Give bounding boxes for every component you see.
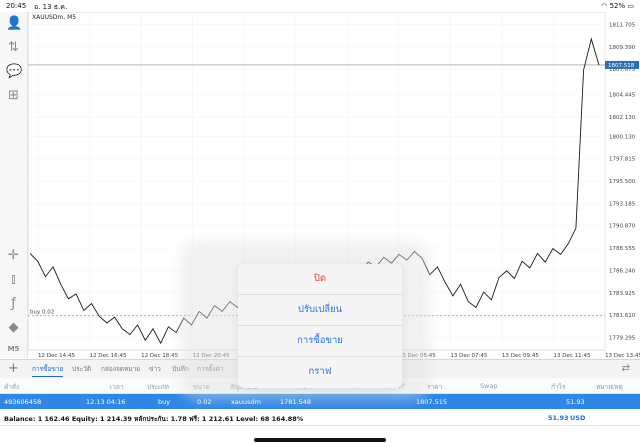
wifi-icon: ◠ xyxy=(601,2,608,10)
tab-history[interactable]: ประวัติ xyxy=(72,364,91,374)
balance-summary: Balance: 1 162.46 Equity: 1 214.39 หลักป… xyxy=(4,415,304,423)
x-tick-label: 13 Dec 11:45 xyxy=(553,353,590,358)
col-order: คำสั่ง xyxy=(4,383,20,391)
y-tick-label: 1781.610 xyxy=(609,313,636,319)
tab-news[interactable]: ข่าว xyxy=(149,364,161,374)
y-tick-label: 1783.925 xyxy=(609,291,636,297)
battery-icon: ▭ xyxy=(627,2,634,10)
y-tick-label: 1800.130 xyxy=(609,134,636,140)
chart-toolbar: 👤 ⇅ 💬 ⊞ ✛ ⫾ ƒ ◆ M5 xyxy=(0,12,28,358)
candles-icon[interactable]: ⫾ xyxy=(6,272,21,287)
status-time: 20:45 xyxy=(6,2,27,10)
col-comment: หมายเหตุ xyxy=(596,383,623,391)
y-tick-label: 1786.240 xyxy=(609,268,636,274)
plus-icon[interactable]: + xyxy=(8,361,19,376)
x-tick-label: 13 Dec 07:45 xyxy=(450,353,487,358)
chart-symbol-title: XAUUSDm, M5 xyxy=(32,14,77,21)
y-tick-label: 1788.555 xyxy=(609,246,636,252)
col-profit: กำไร xyxy=(551,383,566,391)
trade-icon[interactable]: ⇅ xyxy=(6,40,21,55)
x-tick-label: 13 Dec 09:45 xyxy=(502,353,539,358)
y-tick-label: 1797.815 xyxy=(609,157,636,163)
col-type: ประเภท xyxy=(147,383,169,391)
status-battery: ◠ 52% ▭ xyxy=(601,2,634,10)
x-tick-label: 12 Dec 14:45 xyxy=(38,353,75,358)
account-icon[interactable]: 👤 xyxy=(6,16,22,31)
home-indicator xyxy=(254,438,386,442)
new-order-icon[interactable]: ⊞ xyxy=(6,88,21,103)
chart-button[interactable]: กราฟ xyxy=(238,357,402,387)
chat-icon[interactable]: 💬 xyxy=(6,64,22,79)
y-tick-label: 1779.295 xyxy=(609,335,636,341)
y-tick-label: 1811.705 xyxy=(609,23,636,29)
x-tick-label: 13 Dec 13:45 xyxy=(605,353,640,358)
row-current-price: 1807.515 xyxy=(416,398,448,406)
buy-order-label: buy 0.02 xyxy=(30,310,54,316)
balance-bar: Balance: 1 162.46 Equity: 1 214.39 หลักป… xyxy=(0,410,640,426)
row-ticket: 493606458 xyxy=(4,398,42,406)
col-swap: Swap xyxy=(480,382,498,390)
total-profit: 51.93 xyxy=(548,414,569,422)
y-tick-label: 1809.390 xyxy=(609,45,636,51)
row-time: 12.13 04:16 xyxy=(86,398,126,406)
y-tick-label: 1790.870 xyxy=(609,224,636,230)
close-order-button[interactable]: ปิด xyxy=(238,264,402,295)
col-time: เวลา xyxy=(110,383,124,391)
trade-button[interactable]: การซื้อขาย xyxy=(238,326,402,357)
row-type: buy xyxy=(158,398,171,406)
crosshair-icon[interactable]: ✛ xyxy=(6,248,21,263)
order-toggle-icon[interactable]: ⇄ xyxy=(622,363,630,374)
objects-icon[interactable]: ◆ xyxy=(6,320,21,335)
y-tick-label: 1795.500 xyxy=(609,179,636,185)
tab-trade[interactable]: การซื้อขาย xyxy=(32,364,64,377)
timeframe-button[interactable]: M5 xyxy=(6,342,21,357)
y-tick-label: 1802.130 xyxy=(609,115,636,121)
x-tick-label: 12 Dec 16:45 xyxy=(90,353,127,358)
row-profit: 51.93 xyxy=(566,398,585,406)
status-bar: 20:45 อ. 13 ธ.ค. ◠ 52% ▭ xyxy=(0,0,640,12)
y-tick-label: 1804.445 xyxy=(609,93,636,99)
profit-currency: USD xyxy=(570,414,586,422)
current-price-label: 1807.518 xyxy=(608,63,635,69)
battery-percent: 52% xyxy=(609,2,626,10)
y-tick-label: 1793.185 xyxy=(609,201,636,207)
x-tick-label: 12 Dec 18:45 xyxy=(141,353,178,358)
tab-mailbox[interactable]: กล่องจดหมาย xyxy=(101,364,140,374)
modify-order-button[interactable]: ปรับเปลี่ยน xyxy=(238,295,402,326)
order-context-menu: ปิด ปรับเปลี่ยน การซื้อขาย กราฟ xyxy=(238,264,402,388)
indicator-icon[interactable]: ƒ xyxy=(6,296,21,311)
